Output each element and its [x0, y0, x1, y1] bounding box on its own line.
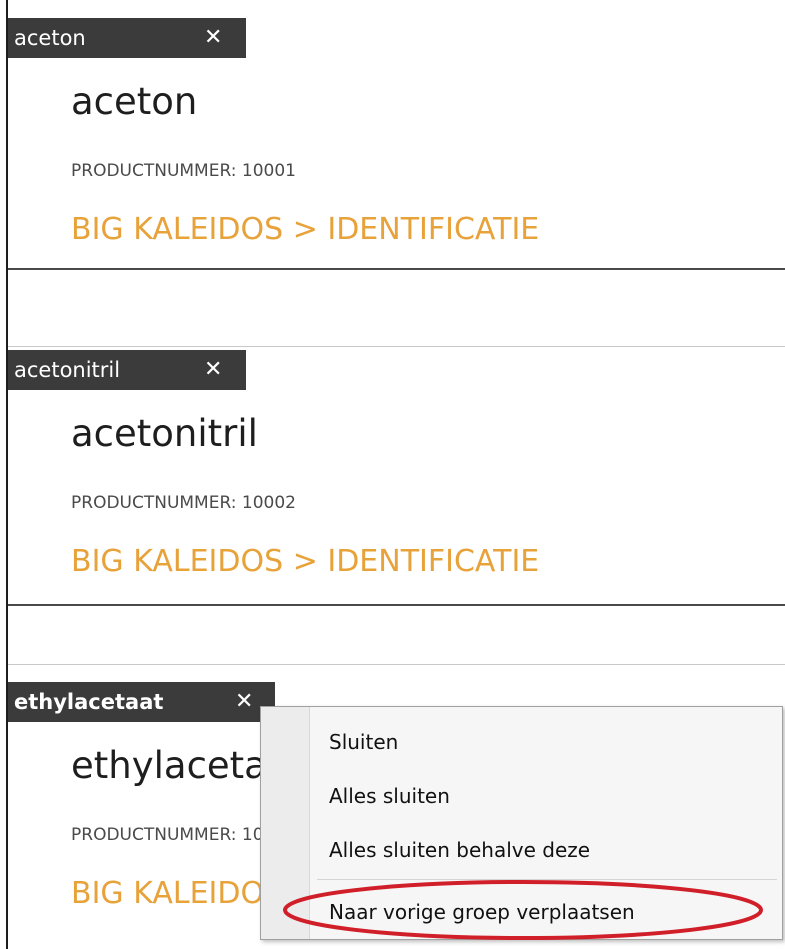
product-name: aceton [71, 80, 198, 123]
document-panel-aceton: aceton ✕ aceton PRODUCTNUMMER: 10001 BIG… [8, 0, 785, 290]
tab-title: acetonitril [14, 358, 121, 382]
menu-item-move-to-previous-group[interactable]: Naar vorige groep verplaatsen [261, 885, 782, 939]
panel-divider [8, 268, 785, 270]
menu-separator [317, 879, 777, 880]
menu-item-close-all[interactable]: Alles sluiten [261, 769, 782, 823]
breadcrumb-link[interactable]: BIG KALEIDOS > IDENTIFICATIE [71, 544, 539, 579]
close-icon[interactable]: ✕ [204, 27, 222, 49]
close-icon[interactable]: ✕ [204, 359, 222, 381]
panel-top-border [8, 346, 785, 347]
menu-item-close-all-but-this[interactable]: Alles sluiten behalve deze [261, 823, 782, 877]
panel-divider [8, 604, 785, 606]
tab-context-menu: Sluiten Alles sluiten Alles sluiten beha… [260, 706, 783, 940]
product-number: PRODUCTNUMMER: 10002 [71, 493, 296, 513]
document-panel-acetonitril: acetonitril ✕ acetonitril PRODUCTNUMMER:… [8, 318, 785, 608]
tab-title: ethylacetaat [14, 690, 164, 714]
close-icon[interactable]: ✕ [235, 691, 253, 713]
product-number: PRODUCTNUMMER: 10001 [71, 161, 296, 181]
menu-item-close[interactable]: Sluiten [261, 715, 782, 769]
breadcrumb-link[interactable]: BIG KALEIDOS > IDENTIFICATIE [71, 212, 539, 247]
tab-title: aceton [14, 26, 86, 50]
document-tab-ethylacetaat[interactable]: ethylacetaat ✕ [8, 682, 275, 722]
product-name: acetonitril [71, 412, 258, 455]
document-tab-aceton[interactable]: aceton ✕ [8, 18, 246, 58]
document-tab-acetonitril[interactable]: acetonitril ✕ [8, 350, 246, 390]
panel-top-border [8, 664, 785, 665]
